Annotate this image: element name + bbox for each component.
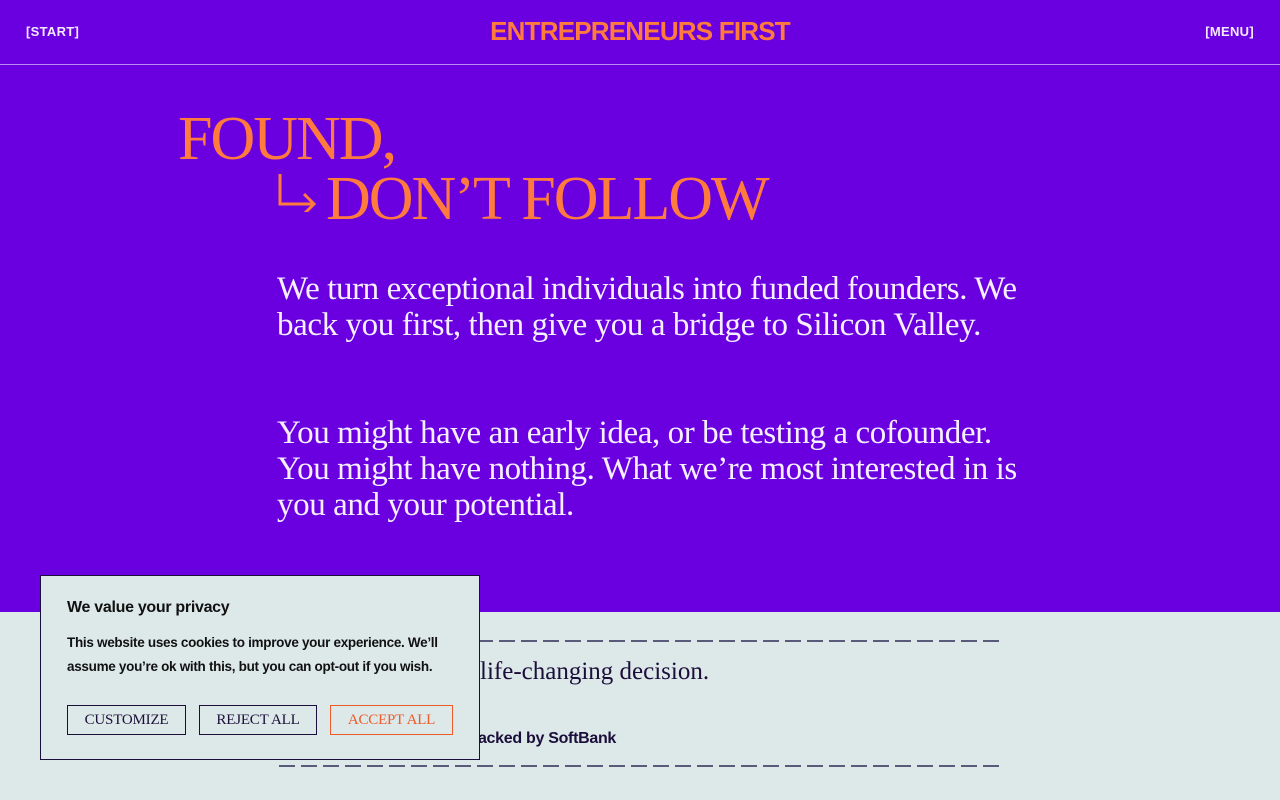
- site-logo[interactable]: ENTREPRENEURS FIRST: [0, 16, 1280, 47]
- hero-section: [START] ENTREPRENEURS FIRST [MENU] FOUND…: [0, 0, 1280, 612]
- reject-all-button[interactable]: REJECT ALL: [199, 705, 317, 735]
- headline-line-1: FOUND,: [178, 105, 397, 173]
- headline-line-2-row: DON’T FOLLOW: [276, 165, 770, 233]
- cookie-banner-title: We value your privacy: [67, 599, 230, 616]
- headline-line-2: DON’T FOLLOW: [326, 165, 770, 233]
- menu-button[interactable]: [MENU]: [1205, 24, 1254, 39]
- dashed-divider-bottom: [279, 765, 1001, 767]
- hero-paragraph-2: You might have an early idea, or be test…: [277, 415, 1017, 523]
- top-navigation-bar: [START] ENTREPRENEURS FIRST [MENU]: [0, 0, 1280, 65]
- customize-button[interactable]: CUSTOMIZE: [67, 705, 186, 735]
- cookie-banner-body: This website uses cookies to improve you…: [67, 635, 438, 674]
- hero-paragraph-1: We turn exceptional individuals into fun…: [277, 271, 1017, 343]
- accept-all-button[interactable]: ACCEPT ALL: [330, 705, 453, 735]
- return-arrow-icon: [278, 174, 317, 212]
- cookie-consent-banner: We value your privacy This website uses …: [40, 575, 480, 760]
